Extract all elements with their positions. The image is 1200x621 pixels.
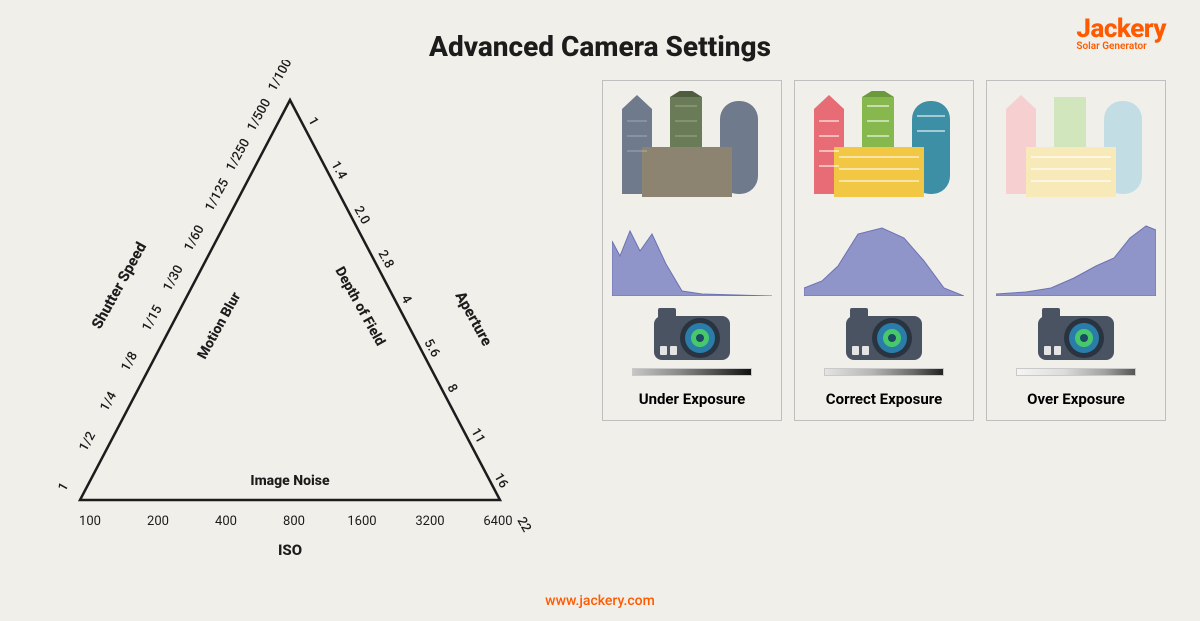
svg-text:100: 100 xyxy=(79,514,101,529)
svg-text:1/60: 1/60 xyxy=(181,223,207,254)
exposure-column-under: Under Exposure xyxy=(602,80,782,421)
shutter-label: Shutter Speed xyxy=(88,239,150,332)
exposure-label-under: Under Exposure xyxy=(639,390,746,408)
svg-text:1/4: 1/4 xyxy=(97,389,120,414)
exposure-triangle-svg: Shutter Speed Motion Blur 1 1/2 1/4 1/8 … xyxy=(40,60,540,580)
image-noise-label: Image Noise xyxy=(250,473,330,489)
svg-text:1/125: 1/125 xyxy=(202,176,232,214)
exposure-label-over: Over Exposure xyxy=(1027,390,1125,408)
camera-icon xyxy=(844,306,924,364)
exposure-comparison: Under Exposure xyxy=(602,80,1166,421)
svg-text:1600: 1600 xyxy=(347,514,376,529)
shutter-side: Shutter Speed Motion Blur 1 1/2 1/4 1/8 … xyxy=(55,60,298,494)
svg-text:6400: 6400 xyxy=(483,514,512,529)
svg-text:22: 22 xyxy=(514,515,534,535)
svg-text:1/15: 1/15 xyxy=(139,303,165,334)
aperture-side: Aperture Depth of Field 1 1.4 2.0 2.8 4 … xyxy=(305,115,534,535)
exposure-meter-under xyxy=(632,368,752,376)
svg-text:200: 200 xyxy=(147,514,169,529)
aperture-label: Aperture xyxy=(452,288,497,349)
svg-text:1/250: 1/250 xyxy=(223,136,253,174)
exposure-triangle: Shutter Speed Motion Blur 1 1/2 1/4 1/8 … xyxy=(40,60,540,580)
camera-icon xyxy=(652,306,732,364)
exposure-label-correct: Correct Exposure xyxy=(826,390,942,408)
exposure-column-over: Over Exposure xyxy=(986,80,1166,421)
svg-text:800: 800 xyxy=(283,514,305,529)
histogram-over-icon xyxy=(996,216,1156,296)
exposure-column-correct: Correct Exposure xyxy=(794,80,974,421)
svg-text:400: 400 xyxy=(215,514,237,529)
cityscape-over-icon xyxy=(996,91,1156,206)
iso-side: Image Noise 100 200 400 800 1600 3200 64… xyxy=(79,473,513,559)
exposure-meter-over xyxy=(1016,368,1136,376)
cityscape-correct-icon xyxy=(804,91,964,206)
svg-text:1: 1 xyxy=(305,115,322,129)
svg-text:1/1000: 1/1000 xyxy=(265,60,298,94)
svg-text:4: 4 xyxy=(398,293,415,307)
iso-label: ISO xyxy=(278,541,302,559)
cityscape-under-icon xyxy=(612,91,772,206)
histogram-under-icon xyxy=(612,216,772,296)
svg-text:3200: 3200 xyxy=(415,514,444,529)
camera-icon xyxy=(1036,306,1116,364)
dof-label: Depth of Field xyxy=(332,264,389,349)
footer-url: www.jackery.com xyxy=(0,593,1200,609)
histogram-correct-icon xyxy=(804,216,964,296)
svg-text:1/500: 1/500 xyxy=(244,96,274,134)
svg-text:1/30: 1/30 xyxy=(160,263,186,294)
triangle-outline xyxy=(80,100,500,500)
exposure-meter-correct xyxy=(824,368,944,376)
svg-text:1: 1 xyxy=(55,480,72,494)
svg-text:8: 8 xyxy=(444,382,461,396)
svg-text:1/2: 1/2 xyxy=(76,429,99,454)
svg-text:1/8: 1/8 xyxy=(118,349,141,374)
page-title: Advanced Camera Settings xyxy=(0,30,1200,63)
motion-blur-label: Motion Blur xyxy=(195,289,245,362)
